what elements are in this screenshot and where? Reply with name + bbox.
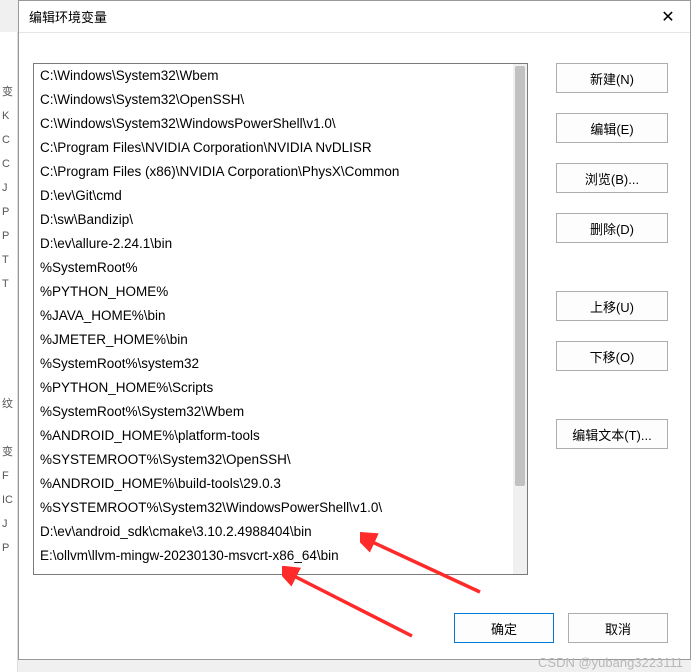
list-item[interactable]: %SYSTEMROOT%\System32\WindowsPowerShell\… [34,496,513,520]
move-up-button[interactable]: 上移(U) [556,291,668,321]
list-item[interactable]: %JMETER_HOME%\bin [34,328,513,352]
list-item[interactable]: %JAVA_HOME%\bin [34,304,513,328]
dialog-title: 编辑环境变量 [29,7,656,26]
titlebar: 编辑环境变量 ✕ [19,1,690,33]
close-icon[interactable]: ✕ [656,5,680,29]
list-item[interactable]: C:\Windows\System32\OpenSSH\ [34,88,513,112]
list-item[interactable]: %PYTHON_HOME% [34,280,513,304]
list-item[interactable]: %ANDROID_HOME%\build-tools\29.0.3 [34,472,513,496]
list-item[interactable]: C:\Program Files (x86)\NVIDIA Corporatio… [34,160,513,184]
cancel-button[interactable]: 取消 [568,613,668,643]
list-item[interactable]: %SystemRoot% [34,256,513,280]
browse-button[interactable]: 浏览(B)... [556,163,668,193]
list-item[interactable]: D:\sw\Bandizip\ [34,208,513,232]
list-item[interactable]: %SystemRoot%\System32\Wbem [34,400,513,424]
list-item[interactable]: %PYTHON_HOME%\Scripts [34,376,513,400]
list-item[interactable]: D:\ev\android_sdk\cmake\3.10.2.4988404\b… [34,520,513,544]
ok-button[interactable]: 确定 [454,613,554,643]
edit-button[interactable]: 编辑(E) [556,113,668,143]
delete-button[interactable]: 删除(D) [556,213,668,243]
background-window-strip: 变K CC JP PT T 纹 变 FIC JP [0,32,18,672]
scrollbar-thumb[interactable] [515,66,525,486]
edit-env-var-dialog: 编辑环境变量 ✕ C:\Windows\System32\Wbem C:\Win… [18,0,691,660]
list-item[interactable]: E:\ollvm\llvm-mingw-20230130-msvcrt-x86_… [34,544,513,568]
edit-text-button[interactable]: 编辑文本(T)... [556,419,668,449]
list-item[interactable]: %ANDROID_HOME%\platform-tools [34,424,513,448]
list-item[interactable]: C:\Windows\System32\Wbem [34,64,513,88]
list-item[interactable]: D:\ev\allure-2.24.1\bin [34,232,513,256]
list-item[interactable]: %SystemRoot%\system32 [34,352,513,376]
list-item[interactable]: D:\ev\Git\cmd [34,184,513,208]
side-buttons: 新建(N) 编辑(E) 浏览(B)... 删除(D) 上移(U) 下移(O) 编… [556,63,668,599]
list-item[interactable]: C:\Program Files\NVIDIA Corporation\NVID… [34,136,513,160]
scrollbar[interactable] [513,64,527,574]
move-down-button[interactable]: 下移(O) [556,341,668,371]
new-button[interactable]: 新建(N) [556,63,668,93]
path-list-container: C:\Windows\System32\Wbem C:\Windows\Syst… [33,63,528,575]
list-item[interactable]: %SYSTEMROOT%\System32\OpenSSH\ [34,448,513,472]
dialog-body: C:\Windows\System32\Wbem C:\Windows\Syst… [19,33,690,599]
list-item[interactable]: C:\Windows\System32\WindowsPowerShell\v1… [34,112,513,136]
path-list[interactable]: C:\Windows\System32\Wbem C:\Windows\Syst… [34,64,513,574]
dialog-footer: 确定 取消 [19,599,690,659]
